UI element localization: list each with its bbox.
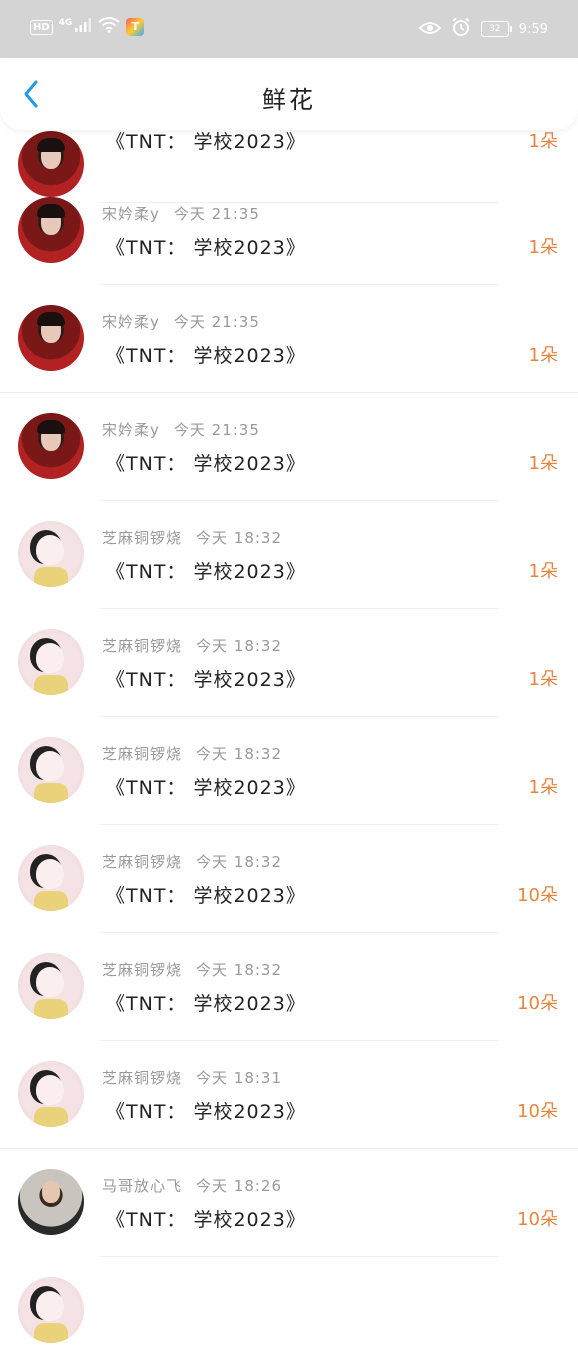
item-meta: 芝麻铜锣烧 今天 18:32 bbox=[102, 851, 282, 872]
flower-count: 10朵 bbox=[517, 1209, 558, 1230]
item-title: 《TNT： 学校2023》 bbox=[106, 237, 306, 259]
list-item[interactable]: 宋妗柔y 今天 21:35 《TNT： 学校2023》 1朵 bbox=[0, 177, 578, 285]
item-meta: 芝麻铜锣烧 今天 18:32 bbox=[102, 635, 282, 656]
item-meta: 宋妗柔y 今天 21:35 bbox=[102, 419, 260, 440]
item-meta: 芝麻铜锣烧 今天 18:31 bbox=[102, 1067, 282, 1088]
flower-count: 1朵 bbox=[528, 777, 558, 798]
list-item[interactable]: 芝麻铜锣烧 今天 18:31 《TNT： 学校2023》 10朵 bbox=[0, 1041, 578, 1149]
avatar[interactable] bbox=[18, 197, 84, 263]
list-item[interactable] bbox=[0, 1257, 578, 1365]
username[interactable]: 马哥放心飞 bbox=[102, 1177, 182, 1195]
avatar[interactable] bbox=[18, 1277, 84, 1343]
avatar[interactable] bbox=[18, 1061, 84, 1127]
timestamp: 今天 18:32 bbox=[196, 637, 283, 655]
item-title: 《TNT： 学校2023》 bbox=[106, 777, 306, 799]
avatar[interactable] bbox=[18, 1169, 84, 1235]
timestamp: 今天 18:26 bbox=[196, 1177, 283, 1195]
flower-count: 1朵 bbox=[528, 561, 558, 582]
list-item[interactable]: 芝麻铜锣烧 今天 18:32 《TNT： 学校2023》 1朵 bbox=[0, 501, 578, 609]
flower-count: 10朵 bbox=[517, 993, 558, 1014]
list-item[interactable]: 芝麻铜锣烧 今天 18:32 《TNT： 学校2023》 1朵 bbox=[0, 717, 578, 825]
timestamp: 今天 18:32 bbox=[196, 853, 283, 871]
list-item[interactable]: 宋妗柔y 今天 21:35 《TNT： 学校2023》 1朵 bbox=[0, 393, 578, 501]
flower-list: 《TNT： 学校2023》 1朵 宋妗柔y 今天 21:35 《TNT： 学校20… bbox=[0, 0, 578, 1343]
flower-count: 10朵 bbox=[517, 1101, 558, 1122]
avatar[interactable] bbox=[18, 521, 84, 587]
avatar[interactable] bbox=[18, 737, 84, 803]
flower-count: 1朵 bbox=[528, 345, 558, 366]
item-title: 《TNT： 学校2023》 bbox=[106, 993, 306, 1015]
list-item[interactable]: 马哥放心飞 今天 18:26 《TNT： 学校2023》 10朵 bbox=[0, 1149, 578, 1257]
item-title: 《TNT： 学校2023》 bbox=[106, 131, 306, 153]
username[interactable]: 宋妗柔y bbox=[102, 205, 160, 223]
item-title: 《TNT： 学校2023》 bbox=[106, 669, 306, 691]
header-bar: 鲜花 bbox=[0, 58, 578, 130]
item-title: 《TNT： 学校2023》 bbox=[106, 885, 306, 907]
item-title: 《TNT： 学校2023》 bbox=[106, 345, 306, 367]
username[interactable]: 宋妗柔y bbox=[102, 313, 160, 331]
list-item[interactable]: 芝麻铜锣烧 今天 18:32 《TNT： 学校2023》 10朵 bbox=[0, 825, 578, 933]
item-meta: 宋妗柔y 今天 21:35 bbox=[102, 311, 260, 332]
avatar[interactable] bbox=[18, 413, 84, 479]
username[interactable]: 芝麻铜锣烧 bbox=[102, 961, 182, 979]
flower-count: 1朵 bbox=[528, 669, 558, 690]
item-meta: 芝麻铜锣烧 今天 18:32 bbox=[102, 743, 282, 764]
timestamp: 今天 18:32 bbox=[196, 529, 283, 547]
item-meta: 马哥放心飞 今天 18:26 bbox=[102, 1175, 282, 1196]
item-meta: 芝麻铜锣烧 今天 18:32 bbox=[102, 959, 282, 980]
timestamp: 今天 18:32 bbox=[196, 745, 283, 763]
username[interactable]: 芝麻铜锣烧 bbox=[102, 637, 182, 655]
item-meta: 芝麻铜锣烧 今天 18:32 bbox=[102, 527, 282, 548]
item-title: 《TNT： 学校2023》 bbox=[106, 1101, 306, 1123]
username[interactable]: 芝麻铜锣烧 bbox=[102, 853, 182, 871]
avatar[interactable] bbox=[18, 305, 84, 371]
timestamp: 今天 21:35 bbox=[173, 421, 260, 439]
username[interactable]: 芝麻铜锣烧 bbox=[102, 1069, 182, 1087]
avatar[interactable] bbox=[18, 953, 84, 1019]
list-item[interactable]: 芝麻铜锣烧 今天 18:32 《TNT： 学校2023》 1朵 bbox=[0, 609, 578, 717]
username[interactable]: 芝麻铜锣烧 bbox=[102, 529, 182, 547]
page-title: 鲜花 bbox=[262, 86, 316, 114]
list-item[interactable]: 芝麻铜锣烧 今天 18:32 《TNT： 学校2023》 10朵 bbox=[0, 933, 578, 1041]
username[interactable]: 芝麻铜锣烧 bbox=[102, 745, 182, 763]
item-title: 《TNT： 学校2023》 bbox=[106, 453, 306, 475]
avatar[interactable] bbox=[18, 629, 84, 695]
item-title: 《TNT： 学校2023》 bbox=[106, 1209, 306, 1231]
flower-count: 1朵 bbox=[528, 131, 558, 152]
timestamp: 今天 18:31 bbox=[196, 1069, 283, 1087]
item-title: 《TNT： 学校2023》 bbox=[106, 561, 306, 583]
timestamp: 今天 21:35 bbox=[173, 205, 260, 223]
timestamp: 今天 18:32 bbox=[196, 961, 283, 979]
flower-count: 1朵 bbox=[528, 237, 558, 258]
flower-count: 10朵 bbox=[517, 885, 558, 906]
username[interactable]: 宋妗柔y bbox=[102, 421, 160, 439]
list-item[interactable]: 宋妗柔y 今天 21:35 《TNT： 学校2023》 1朵 bbox=[0, 285, 578, 393]
flower-count: 1朵 bbox=[528, 453, 558, 474]
avatar[interactable] bbox=[18, 845, 84, 911]
timestamp: 今天 21:35 bbox=[173, 313, 260, 331]
item-meta: 宋妗柔y 今天 21:35 bbox=[102, 203, 260, 224]
